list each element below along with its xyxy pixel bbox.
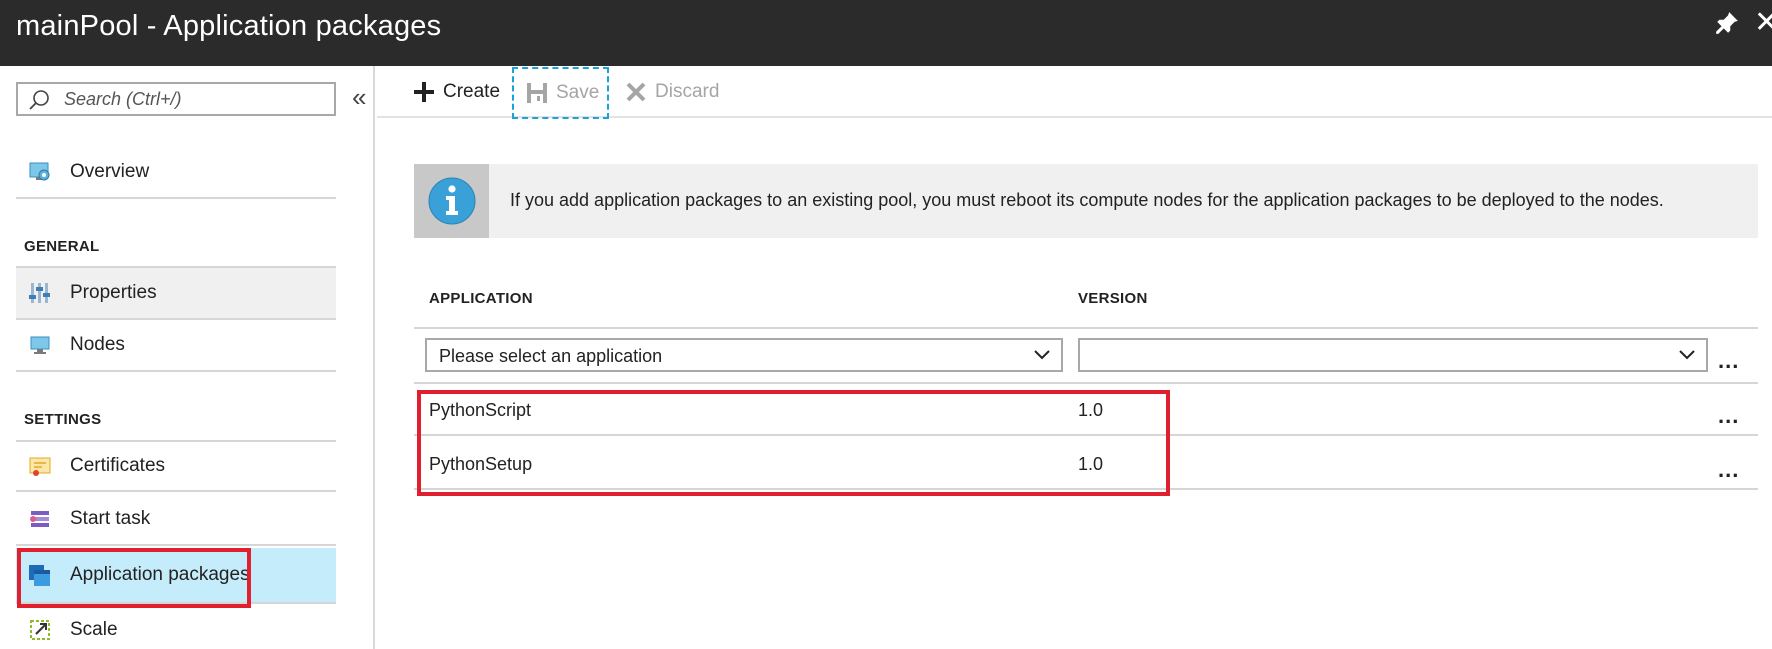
sidebar-item-label: Overview [70, 161, 150, 182]
more-options-icon[interactable]: ... [1718, 459, 1739, 481]
page-title: mainPool - Application packages [16, 10, 442, 42]
overview-icon [26, 158, 54, 186]
section-settings: SETTINGS [24, 411, 102, 428]
info-icon [428, 177, 475, 225]
sidebar-item-nodes[interactable]: Nodes [16, 320, 336, 372]
sidebar-item-label: Scale [70, 619, 118, 640]
title-bar: mainPool - Application packages ✕ [0, 0, 1772, 66]
application-select-value: Please select an application [439, 346, 663, 366]
table-cell-version: 1.0 [1078, 400, 1104, 420]
application-packages-icon [26, 561, 54, 589]
properties-icon [26, 279, 54, 307]
create-label: Create [443, 81, 501, 102]
sidebar-item-label: Application packages [70, 564, 250, 585]
table-cell-application: PythonScript [429, 400, 532, 420]
sidebar-item-start-task[interactable]: Start task [16, 494, 336, 546]
create-button[interactable]: Create [413, 66, 500, 118]
sidebar-item-scale[interactable]: Scale [16, 604, 336, 649]
sidebar-item-label: Certificates [70, 455, 166, 476]
save-icon [527, 83, 547, 103]
info-text: If you add application packages to an ex… [510, 190, 1664, 210]
sidebar-item-label: Properties [70, 282, 157, 303]
search-input[interactable] [64, 87, 324, 111]
section-general: GENERAL [24, 238, 100, 255]
collapse-sidebar-icon[interactable]: « [352, 84, 366, 110]
table-header-divider [414, 327, 1758, 329]
more-options-icon[interactable]: ... [1718, 405, 1739, 427]
discard-button[interactable]: Discard [625, 66, 719, 118]
plus-icon [414, 82, 434, 102]
column-header-version: VERSION [1078, 290, 1148, 307]
sidebar-item-application-packages[interactable]: Application packages [16, 548, 336, 604]
table-row-divider [414, 382, 1758, 384]
start-task-icon [26, 505, 54, 533]
more-options-icon[interactable]: ... [1718, 350, 1739, 372]
discard-label: Discard [655, 81, 720, 102]
table-cell-application: PythonSetup [429, 454, 533, 474]
column-header-application: APPLICATION [429, 290, 533, 307]
info-banner: If you add application packages to an ex… [414, 164, 1758, 238]
chevron-down-icon [1034, 350, 1050, 360]
sidebar-item-overview[interactable]: Overview [16, 147, 336, 199]
pin-icon[interactable] [1714, 10, 1740, 36]
close-icon[interactable]: ✕ [1754, 8, 1772, 38]
chevron-down-icon [1679, 350, 1695, 360]
table-row-divider [414, 434, 1758, 436]
info-icon-container [414, 164, 489, 238]
certificate-icon [26, 452, 54, 480]
nodes-icon [26, 331, 54, 359]
sidebar-item-label: Start task [70, 508, 151, 529]
toolbar: Create Save Discard [377, 66, 1772, 119]
sidebar-item-certificates[interactable]: Certificates [16, 440, 336, 492]
discard-icon [626, 82, 646, 102]
table-row-divider [414, 488, 1758, 490]
sidebar-item-properties[interactable]: Properties [16, 266, 336, 320]
search-icon [29, 90, 49, 110]
version-select[interactable] [1078, 338, 1708, 372]
save-label: Save [556, 82, 600, 103]
scale-icon [26, 616, 54, 644]
sidebar-item-label: Nodes [70, 334, 125, 355]
application-select[interactable]: Please select an application [425, 338, 1063, 372]
save-button[interactable]: Save [512, 67, 609, 119]
search-box[interactable] [16, 82, 336, 116]
table-cell-version: 1.0 [1078, 454, 1104, 474]
